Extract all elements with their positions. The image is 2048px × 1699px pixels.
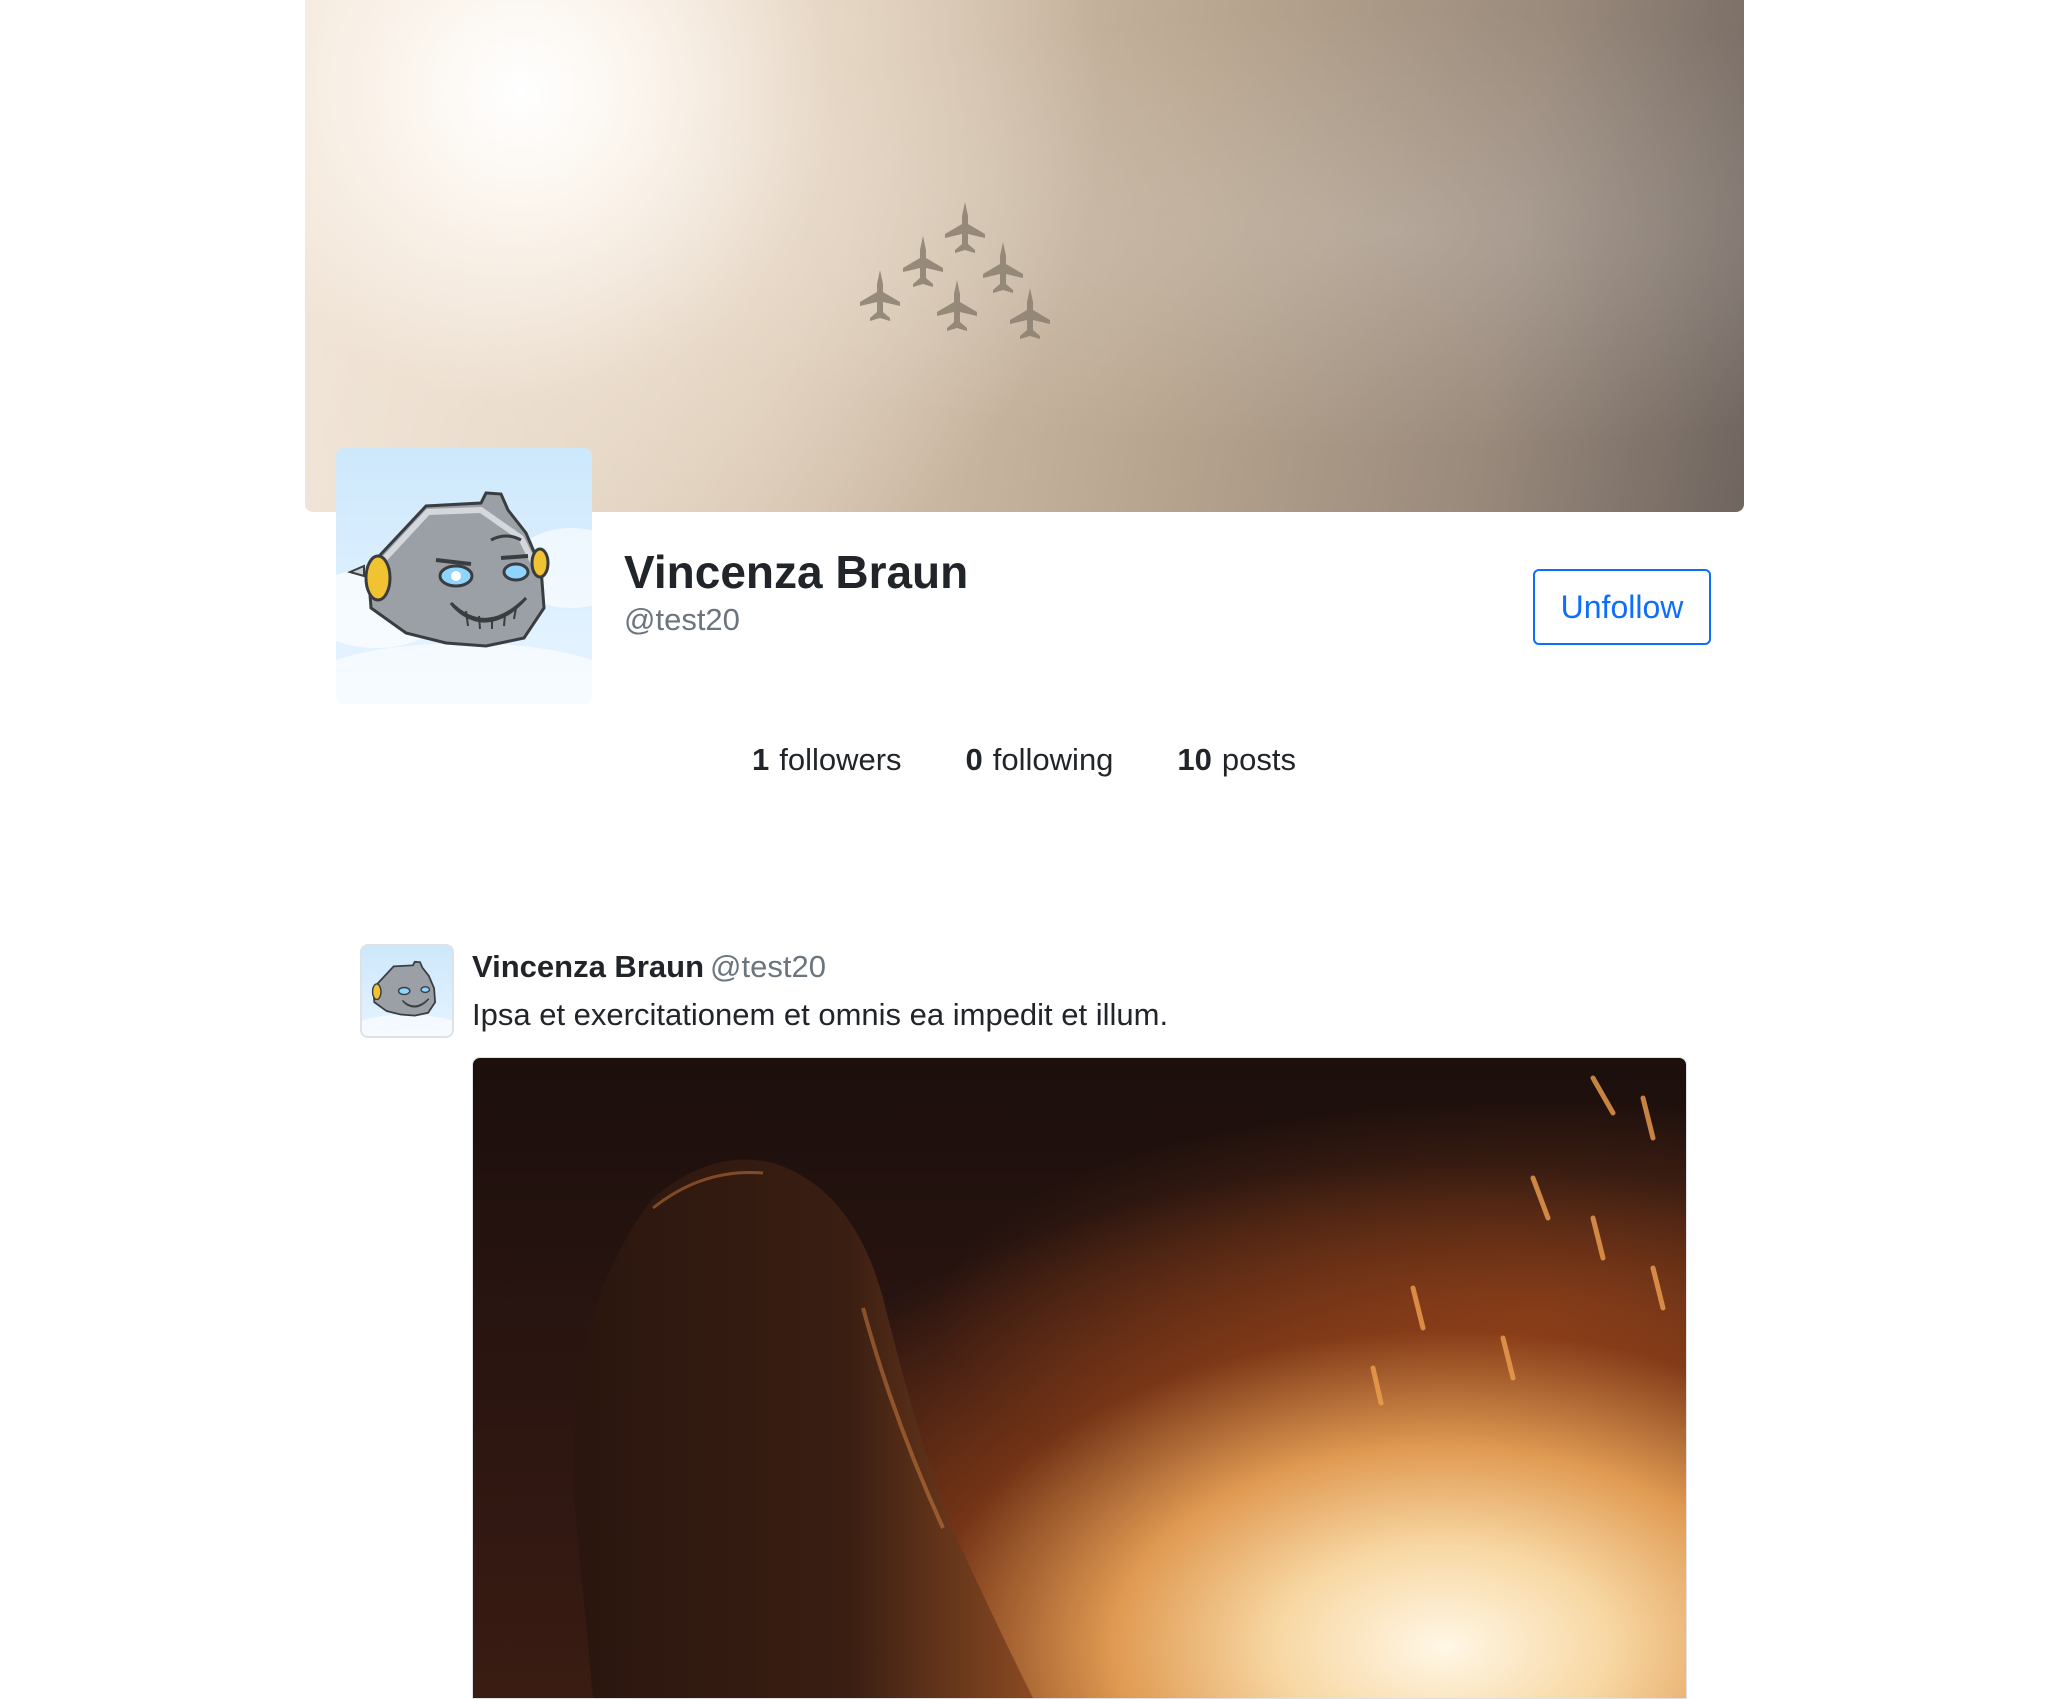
post-text: Ipsa et exercitationem et omnis ea imped… [472, 997, 1169, 1032]
profile-stats: 1 followers 0 following 10 posts [0, 742, 2048, 778]
profile-handle: @test20 [624, 602, 740, 637]
post-handle: @test20 [710, 949, 826, 984]
post-avatar[interactable] [360, 944, 454, 1038]
jets-formation-icon [860, 202, 1050, 339]
unfollow-button[interactable]: Unfollow [1533, 569, 1711, 645]
profile-name: Vincenza Braun [624, 546, 969, 598]
stat-following[interactable]: 0 following [966, 742, 1114, 778]
robot-avatar-icon [336, 491, 592, 704]
post-image[interactable] [472, 1057, 1687, 1699]
stat-posts-count: 10 [1177, 742, 1212, 777]
stat-following-label: following [992, 742, 1114, 777]
cover-image [305, 0, 1744, 512]
stat-posts[interactable]: 10 posts [1177, 742, 1296, 778]
woman-by-fire-photo [572, 1075, 1666, 1698]
stat-following-count: 0 [965, 742, 983, 777]
profile-avatar [336, 448, 592, 704]
stat-followers-count: 1 [751, 742, 770, 777]
robot-avatar-icon [362, 960, 452, 1036]
stat-posts-label: posts [1221, 742, 1297, 777]
stat-followers-label: followers [779, 742, 902, 777]
post-header: Vincenza Braun @test20 [472, 949, 826, 985]
post-author[interactable]: Vincenza Braun [472, 949, 704, 984]
stat-followers[interactable]: 1 followers [752, 742, 902, 778]
